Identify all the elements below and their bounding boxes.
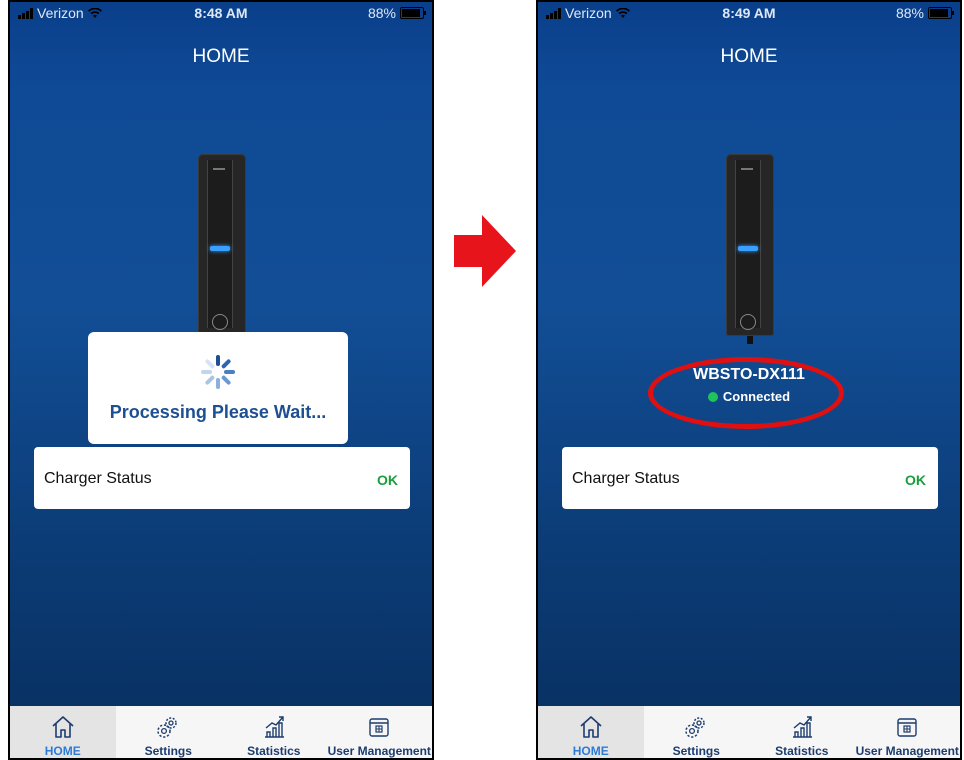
charger-led-indicator xyxy=(210,246,230,251)
charger-image xyxy=(192,154,252,344)
battery-icon xyxy=(400,7,426,19)
battery-percent: 88% xyxy=(895,5,924,21)
loading-spinner-icon xyxy=(201,355,235,389)
charger-status-label: Charger Status xyxy=(572,470,680,487)
tab-home[interactable]: HOME xyxy=(10,706,116,758)
charger-socket-icon xyxy=(212,314,228,330)
calendar-icon xyxy=(369,718,389,737)
status-bar: Verizon 8:48 AM 88% xyxy=(10,2,432,24)
charger-status-label: Charger Status xyxy=(44,470,152,487)
home-icon xyxy=(52,716,74,738)
bottom-tab-bar: HOME Settings Statistics User Management xyxy=(10,706,432,758)
tab-settings[interactable]: Settings xyxy=(116,706,222,758)
bottom-tab-bar: HOME Settings Statistics User Management xyxy=(538,706,960,758)
tab-statistics[interactable]: Statistics xyxy=(221,706,327,758)
home-icon xyxy=(580,716,602,738)
charger-status-card[interactable]: Charger Status OK xyxy=(34,447,410,509)
chart-icon xyxy=(792,716,812,738)
chart-icon xyxy=(264,716,284,738)
charger-led-indicator xyxy=(738,246,758,251)
processing-message: Processing Please Wait... xyxy=(109,402,327,422)
phone-screen-before: Verizon 8:48 AM 88% HOME Processing Plea… xyxy=(8,0,434,760)
tab-home[interactable]: HOME xyxy=(538,706,644,758)
page-title: HOME xyxy=(192,46,250,67)
highlight-ellipse xyxy=(648,357,844,429)
charger-status-value: OK xyxy=(905,472,926,488)
tab-user-management[interactable]: User Management xyxy=(855,706,961,758)
processing-dialog: Processing Please Wait... xyxy=(88,332,348,444)
tab-statistics[interactable]: Statistics xyxy=(749,706,855,758)
battery-icon xyxy=(928,7,954,19)
charger-image xyxy=(720,154,780,344)
gear-icon xyxy=(685,717,705,738)
charger-socket-icon xyxy=(740,314,756,330)
phone-screen-after: Verizon 8:49 AM 88% HOME WBSTO-DX111 Con… xyxy=(536,0,962,760)
page-title: HOME xyxy=(720,46,778,67)
status-bar: Verizon 8:49 AM 88% xyxy=(538,2,960,24)
calendar-icon xyxy=(897,718,917,737)
tab-user-management[interactable]: User Management xyxy=(327,706,433,758)
charger-status-card[interactable]: Charger Status OK xyxy=(562,447,938,509)
right-arrow-icon xyxy=(454,215,516,287)
gear-icon xyxy=(157,717,177,738)
tab-settings[interactable]: Settings xyxy=(644,706,750,758)
battery-percent: 88% xyxy=(367,5,396,21)
charger-status-value: OK xyxy=(377,472,398,488)
